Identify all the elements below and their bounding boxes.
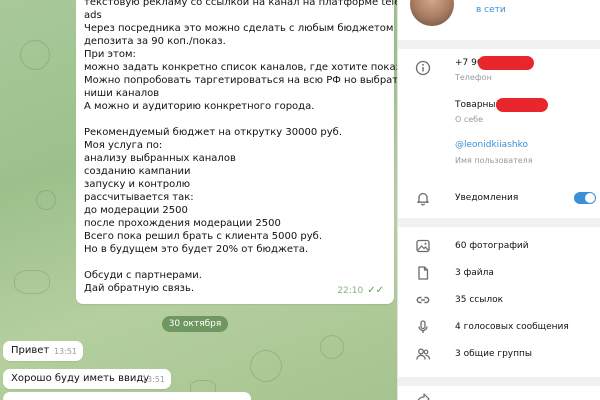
notifications-toggle[interactable] — [574, 192, 596, 204]
message-text: Хорошо буду иметь ввиду — [11, 373, 150, 384]
bell-icon — [417, 192, 429, 206]
about-label: О себе — [455, 115, 484, 124]
chat-area[interactable]: текстовую рекламу со ссылкой на канал на… — [0, 0, 397, 400]
background-doodle — [320, 335, 344, 359]
incoming-message[interactable]: Привет 13:51 — [3, 341, 83, 361]
online-status: в сети — [476, 5, 506, 15]
media-item-label: 4 голосовых сообщения — [455, 322, 569, 332]
message-line — [84, 113, 386, 126]
message-line — [84, 256, 386, 269]
message-line: Моя услуга по: — [84, 140, 163, 151]
message-line: рассчитывается так: — [84, 192, 194, 203]
message-line: до модерации 2500 — [84, 205, 188, 216]
message-line: анализу выбранных каналов — [84, 153, 236, 164]
background-doodle — [36, 190, 56, 210]
redaction-mark — [496, 98, 548, 112]
message-line: запуску и контролю — [84, 179, 191, 190]
section-divider — [398, 377, 600, 386]
link-icon — [416, 296, 430, 304]
message-line: депозита за 90 коп./показ. — [84, 36, 226, 47]
photo-icon — [416, 239, 430, 253]
message-time: 13:51 — [53, 347, 77, 356]
incoming-message-long[interactable]: текстовую рекламу со ссылкой на канал на… — [76, 0, 397, 304]
message-line: При этом: — [84, 49, 136, 60]
message-line: А можно и аудиторию конкретного города. — [84, 101, 315, 112]
redaction-mark — [478, 56, 534, 70]
toggle-knob — [585, 193, 595, 203]
username-label: Имя пользователя — [455, 156, 533, 165]
section-divider — [398, 218, 600, 227]
message-line: созданию кампании — [84, 166, 191, 177]
incoming-message[interactable]: Хорошо буду иметь ввиду 13:51 — [3, 369, 171, 389]
phone-label: Телефон — [455, 73, 492, 82]
media-item-label: 3 общие группы — [455, 349, 533, 359]
background-doodle — [14, 270, 50, 294]
message-meta: 22:10 ✓✓ — [337, 284, 384, 298]
message-line: Можно попробовать таргетироваться на всю… — [84, 75, 397, 86]
message-line: Через посредника это можно сделать с люб… — [84, 23, 397, 34]
media-item-label: 35 ссылок — [455, 295, 504, 305]
share-icon[interactable] — [415, 392, 431, 400]
message-line: можно задать конкретно список каналов, г… — [84, 62, 397, 73]
users-icon — [416, 348, 431, 360]
message-text: Привет — [11, 345, 50, 356]
media-item-label: 60 фотографий — [455, 241, 529, 251]
message-line: Обсуди с партнерами. — [84, 270, 202, 281]
section-divider — [398, 40, 600, 49]
message-line: после прохождения модерации 2500 — [84, 218, 281, 229]
about-text[interactable]: Товарный — [455, 100, 501, 110]
message-text: текстовую рекламу со ссылкой на канал на… — [84, 0, 397, 295]
message-line: текстовую рекламу со ссылкой на канал на… — [84, 0, 397, 8]
date-separator: 30 октября — [162, 316, 228, 332]
message-time: 22:10 — [337, 286, 364, 296]
background-doodle — [250, 350, 282, 382]
microphone-icon — [418, 320, 428, 333]
message-line: ads — [84, 10, 102, 21]
message-line: Рекомендуемый бюджет на открутку 30000 р… — [84, 127, 342, 138]
avatar[interactable] — [410, 0, 454, 26]
message-line: Но в будущем это будет 20% от бюджета. — [84, 244, 309, 255]
media-item-label: 3 файла — [455, 268, 494, 278]
message-time: 13:51 — [141, 375, 165, 384]
profile-panel: в сети +7 96 Телефон Товарный О себе @le… — [397, 0, 600, 400]
message-line: Всего пока решил брать с клиента 5000 ру… — [84, 231, 322, 242]
background-doodle — [20, 40, 50, 70]
info-icon — [415, 60, 431, 76]
notifications-label: Уведомления — [455, 193, 519, 203]
file-icon — [418, 266, 429, 280]
username-text[interactable]: @leonidkiiashko — [455, 140, 528, 150]
incoming-message-partial[interactable] — [3, 392, 251, 400]
read-receipt-icon: ✓✓ — [367, 285, 384, 296]
message-line: ниши каналов — [84, 88, 160, 99]
